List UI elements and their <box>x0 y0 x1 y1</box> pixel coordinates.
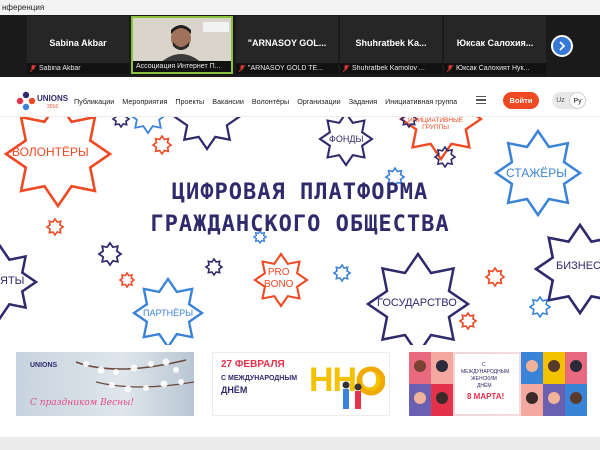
participant-name: Shuhratbek Ka... <box>355 38 427 48</box>
participant-name: Sabina Akbar <box>49 38 107 48</box>
label-initiative-groups[interactable]: ИНИЦИАТИВНЫЕ ГРУППЫ <box>408 117 463 131</box>
participant-tile[interactable]: Sabina Akbar Sabina Akbar <box>27 16 129 74</box>
participant-label-bar: Ассоциация Интернет П... <box>133 61 231 72</box>
bottom-strip <box>0 437 600 450</box>
nav-item-vacancies[interactable]: Вакансии <box>212 97 244 106</box>
logo-subtext: 2016 <box>47 104 59 110</box>
participant-tile[interactable]: Юксак Салохия... Юксак Салохият Нук... <box>444 16 546 74</box>
banner-line4: ДНЁМ <box>477 383 492 389</box>
nav-item-volunteers[interactable]: Волонтёры <box>252 97 289 106</box>
chevron-right-icon <box>559 41 566 51</box>
label-volunteers[interactable]: ВОЛОНТЁРЫ <box>12 145 89 159</box>
banner-spring-holiday[interactable]: UNIONS С праздником Весны! <box>16 352 194 416</box>
banner-date: 27 ФЕВРАЛЯ <box>221 359 285 370</box>
banner-line1: С <box>482 362 486 368</box>
banner-line3: ЖЕНСКИМ <box>471 376 497 382</box>
lang-ru[interactable]: Ру <box>569 92 586 109</box>
language-switch[interactable]: Uz Ру <box>552 92 586 109</box>
nav-item-events[interactable]: Мероприятия <box>122 97 167 106</box>
nav-item-initiative-group[interactable]: Инициативная группа <box>385 97 457 106</box>
participant-label-bar: "ARNASOY GOLD TE... <box>236 63 338 74</box>
participant-name: Юксак Салохия... <box>456 38 534 48</box>
nav-item-organizations[interactable]: Организации <box>297 97 340 106</box>
mic-muted-icon <box>447 65 453 72</box>
mic-muted-icon <box>343 65 349 72</box>
participant-label: Shuhratbek Kamolov ... <box>352 65 425 72</box>
label-left-cut[interactable]: ЯТЫ <box>0 275 24 287</box>
participant-label: Ассоциация Интернет П... <box>136 63 221 70</box>
window-title: нференция <box>0 0 600 15</box>
participant-label-bar: Sabina Akbar <box>27 63 129 74</box>
participant-video <box>133 18 231 64</box>
label-partners[interactable]: ПАРТНЁРЫ <box>143 308 193 318</box>
participant-label-bar: Юксак Салохият Нук... <box>444 63 546 74</box>
participant-tile-active[interactable]: Ассоциация Интернет П... <box>131 16 233 74</box>
lang-uz[interactable]: Uz <box>552 92 569 109</box>
banner-text: С праздником Весны! <box>30 398 134 408</box>
hero-title-line2: ГРАЖДАНСКОГО ОБЩЕСТВА <box>150 212 450 237</box>
video-conference-strip: Sabina Akbar Sabina Akbar Ассоциация Инт… <box>0 15 600 77</box>
label-state[interactable]: ГОСУДАРСТВО <box>377 297 457 309</box>
banner-womens-day[interactable]: С МЕЖДУНАРОДНЫМ ЖЕНСКИМ ДНЁМ 8 МАРТА! <box>409 352 587 416</box>
nav-item-publications[interactable]: Публикации <box>74 97 114 106</box>
label-interns[interactable]: СТАЖЁРЫ <box>506 166 567 180</box>
banner-line2: С МЕЖДУНАРОДНЫМ <box>221 375 298 382</box>
login-button[interactable]: Войти <box>503 92 539 109</box>
nav-item-projects[interactable]: Проекты <box>175 97 204 106</box>
logo-text: UNIONS <box>37 94 69 103</box>
participant-label-bar: Shuhratbek Kamolov ... <box>340 63 442 74</box>
people-illustration <box>342 366 385 409</box>
participant-tile[interactable]: Shuhratbek Ka... Shuhratbek Kamolov ... <box>340 16 442 74</box>
main-nav: Публикации Мероприятия Проекты Вакансии … <box>74 97 465 106</box>
hero-title-line1: ЦИФРОВАЯ ПЛАТФОРМА <box>171 180 429 205</box>
participant-label: "ARNASOY GOLD TE... <box>248 65 323 72</box>
label-probono[interactable]: PRO BONO <box>264 267 293 291</box>
women-portraits-image <box>409 352 587 416</box>
site-logo[interactable]: UNIONS 2016 <box>16 89 68 113</box>
next-participants-button[interactable] <box>551 35 573 57</box>
banner-line3: ДНЁМ <box>221 385 248 395</box>
banner-ngo-day[interactable]: 27 ФЕВРАЛЯ С МЕЖДУНАРОДНЫМ ДНЁМ ННО <box>212 352 390 416</box>
nav-item-tasks[interactable]: Задания <box>349 97 377 106</box>
mic-muted-icon <box>30 65 36 72</box>
participant-tile[interactable]: "ARNASOY GOL... "ARNASOY GOLD TE... <box>236 16 338 74</box>
banner-logo: UNIONS <box>30 362 58 369</box>
banner-line2: МЕЖДУНАРОДНЫМ <box>461 369 510 375</box>
hero-banner: ЦИФРОВАЯ ПЛАТФОРМА ГРАЖДАНСКОГО ОБЩЕСТВА… <box>0 117 600 345</box>
label-funds[interactable]: ФОНДЫ <box>329 134 363 144</box>
participant-name: "ARNASOY GOL... <box>247 38 327 48</box>
participant-label: Юксак Салохият Нук... <box>456 65 530 72</box>
label-business[interactable]: БИЗНЕС <box>556 260 600 272</box>
mic-muted-icon <box>239 65 245 72</box>
menu-icon[interactable] <box>476 96 486 105</box>
participant-label: Sabina Akbar <box>39 65 81 72</box>
banner-line5: 8 МАРТА! <box>467 392 505 401</box>
site-header: UNIONS 2016 Публикации Мероприятия Проек… <box>0 85 600 117</box>
